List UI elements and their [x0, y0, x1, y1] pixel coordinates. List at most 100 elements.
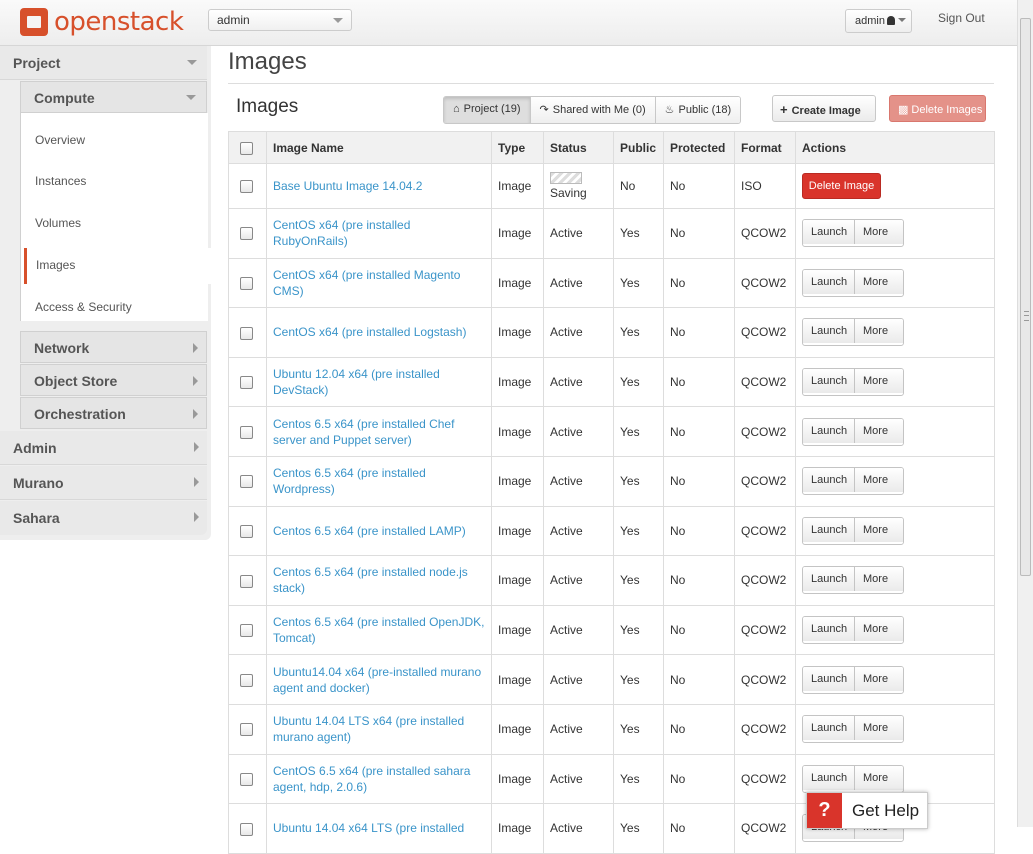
- project-selector[interactable]: admin: [208, 9, 352, 31]
- image-name-link[interactable]: Centos 6.5 x64 (pre installed LAMP): [273, 523, 485, 539]
- actions-cell: Launch More: [795, 208, 995, 259]
- image-name-link[interactable]: Ubuntu 14.04 LTS x64 (pre installed mura…: [273, 713, 485, 745]
- chevron-right-icon: [193, 343, 198, 353]
- openstack-logo[interactable]: openstack: [20, 7, 184, 37]
- column-header[interactable]: Protected: [663, 131, 735, 164]
- delete-image-button[interactable]: Delete Image: [802, 173, 881, 199]
- format-cell: QCOW2: [734, 703, 796, 755]
- button-label: More: [863, 672, 889, 685]
- get-help-button[interactable]: ? Get Help: [806, 792, 928, 829]
- tab-public[interactable]: ♨ Public (18): [655, 97, 741, 123]
- image-name-link[interactable]: Base Ubuntu Image 14.04.2: [273, 178, 485, 194]
- image-name-link[interactable]: Centos 6.5 x64 (pre installed Wordpress): [273, 465, 485, 497]
- image-name-link[interactable]: Ubuntu 12.04 x64 (pre installed DevStack…: [273, 366, 485, 398]
- sidebar-section-sahara[interactable]: Sahara: [0, 501, 207, 535]
- tab-label: Shared with Me (0): [552, 104, 646, 116]
- more-dropdown-button[interactable]: More: [855, 220, 903, 245]
- image-name-link[interactable]: Ubuntu 14.04 x64 LTS (pre installed: [273, 820, 485, 836]
- user-menu-button[interactable]: admin: [845, 9, 912, 33]
- column-header[interactable]: Type: [491, 131, 544, 164]
- image-name-link[interactable]: CentOS x64 (pre installed RubyOnRails): [273, 217, 485, 249]
- image-name-link[interactable]: Ubuntu14.04 x64 (pre-installed murano ag…: [273, 664, 485, 696]
- launch-button[interactable]: Launch: [803, 517, 855, 542]
- row-checkbox[interactable]: [240, 624, 253, 638]
- row-checkbox[interactable]: [240, 574, 253, 588]
- image-name-link[interactable]: Centos 6.5 x64 (pre installed node.js st…: [273, 564, 485, 596]
- row-checkbox[interactable]: [240, 673, 253, 687]
- row-checkbox[interactable]: [240, 723, 253, 737]
- more-dropdown-button[interactable]: More: [855, 369, 903, 394]
- column-header[interactable]: Format: [734, 131, 796, 164]
- status-text: Active: [550, 821, 583, 836]
- row-checkbox[interactable]: [240, 425, 253, 439]
- row-checkbox[interactable]: [240, 772, 253, 786]
- sidebar-group-object-store[interactable]: Object Store: [20, 364, 207, 396]
- format-cell: QCOW2: [734, 753, 796, 805]
- column-header[interactable]: Public: [613, 131, 664, 164]
- more-dropdown-button[interactable]: More: [855, 765, 903, 790]
- launch-button[interactable]: Launch: [803, 567, 855, 592]
- scrollbar-thumb[interactable]: [1020, 18, 1031, 576]
- more-dropdown-button[interactable]: More: [855, 418, 903, 443]
- row-checkbox[interactable]: [240, 180, 253, 194]
- row-checkbox[interactable]: [240, 525, 253, 539]
- format-cell: ISO: [734, 163, 796, 209]
- row-actions: Launch More: [802, 467, 904, 496]
- actions-cell: Launch More: [795, 406, 995, 457]
- launch-button[interactable]: Launch: [803, 765, 855, 790]
- sidebar-group-compute[interactable]: Compute: [20, 81, 207, 113]
- delete-images-button[interactable]: ▩ Delete Images: [889, 95, 986, 122]
- sidebar-group-network[interactable]: Network: [20, 331, 207, 363]
- status-text: Active: [550, 424, 583, 439]
- row-checkbox[interactable]: [240, 475, 253, 489]
- more-dropdown-button[interactable]: More: [855, 666, 903, 691]
- more-dropdown-button[interactable]: More: [855, 567, 903, 592]
- more-dropdown-button[interactable]: More: [855, 716, 903, 741]
- sidebar-item-instances[interactable]: Instances: [35, 174, 86, 188]
- launch-button[interactable]: Launch: [803, 468, 855, 493]
- more-dropdown-button[interactable]: More: [855, 269, 903, 294]
- image-name-link[interactable]: Centos 6.5 x64 (pre installed Chef serve…: [273, 416, 485, 448]
- vertical-scrollbar[interactable]: [1017, 0, 1033, 827]
- launch-button[interactable]: Launch: [803, 220, 855, 245]
- sidebar-section-admin[interactable]: Admin: [0, 431, 207, 465]
- launch-button[interactable]: Launch: [803, 716, 855, 741]
- more-dropdown-button[interactable]: More: [855, 319, 903, 344]
- sign-out-link[interactable]: Sign Out: [938, 11, 985, 25]
- launch-button[interactable]: Launch: [803, 269, 855, 294]
- tab-project[interactable]: ⌂ Project (19): [444, 97, 531, 123]
- launch-button[interactable]: Launch: [803, 319, 855, 344]
- sidebar-group-orchestration[interactable]: Orchestration: [20, 397, 207, 429]
- sidebar-item-volumes[interactable]: Volumes: [35, 216, 81, 230]
- create-image-button[interactable]: + Create Image: [772, 95, 876, 122]
- row-checkbox[interactable]: [240, 326, 253, 340]
- sidebar-item-images[interactable]: Images: [24, 248, 212, 284]
- sidebar-section-project[interactable]: Project: [0, 46, 207, 80]
- tab-shared-with-me[interactable]: ↷ Shared with Me (0): [530, 97, 656, 123]
- image-name-link[interactable]: CentOS x64 (pre installed Logstash): [273, 324, 485, 340]
- row-checkbox[interactable]: [240, 277, 253, 291]
- launch-button[interactable]: Launch: [803, 418, 855, 443]
- public-cell: Yes: [613, 406, 664, 457]
- image-name-link[interactable]: CentOS x64 (pre installed Magento CMS): [273, 267, 485, 299]
- launch-button[interactable]: Launch: [803, 617, 855, 642]
- sidebar-section-murano[interactable]: Murano: [0, 466, 207, 500]
- image-name-link[interactable]: Centos 6.5 x64 (pre installed OpenJDK, T…: [273, 614, 485, 646]
- row-checkbox[interactable]: [240, 227, 253, 241]
- image-name-link[interactable]: CentOS 6.5 x64 (pre installed sahara age…: [273, 763, 485, 795]
- select-all-checkbox[interactable]: [240, 141, 253, 155]
- more-dropdown-button[interactable]: More: [855, 517, 903, 542]
- column-header[interactable]: Status: [543, 131, 614, 164]
- launch-button[interactable]: Launch: [803, 369, 855, 394]
- more-dropdown-button[interactable]: More: [855, 617, 903, 642]
- chevron-right-icon: [194, 442, 199, 452]
- launch-button[interactable]: Launch: [803, 666, 855, 691]
- actions-cell: Launch More: [795, 604, 995, 656]
- chevron-right-icon: [194, 512, 199, 522]
- more-dropdown-button[interactable]: More: [855, 468, 903, 493]
- row-checkbox[interactable]: [240, 376, 253, 390]
- row-checkbox[interactable]: [240, 822, 253, 836]
- sidebar-item-access-security[interactable]: Access & Security: [35, 300, 132, 314]
- column-header[interactable]: Image Name: [266, 131, 492, 164]
- sidebar-item-overview[interactable]: Overview: [35, 133, 85, 147]
